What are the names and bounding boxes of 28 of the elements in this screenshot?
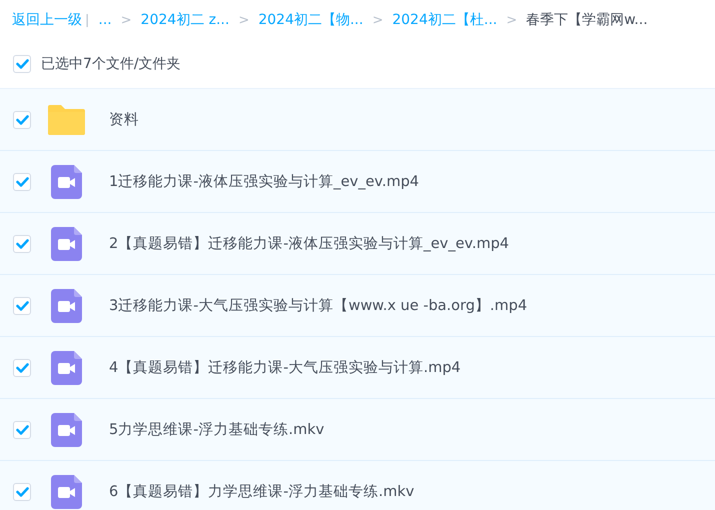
file-name[interactable]: 1迁移能力课-液体压强实验与计算_ev_ev.mp4: [109, 172, 419, 191]
video-file-icon: [50, 350, 82, 384]
divider: |: [85, 12, 90, 28]
breadcrumb-separator: >: [120, 12, 132, 28]
selection-count: 已选中7个文件/文件夹: [41, 55, 181, 73]
current-folder[interactable]: 春季下【学霸网w...: [526, 11, 648, 29]
file-name[interactable]: 4【真题易错】迁移能力课-大气压强实验与计算.mp4: [109, 358, 461, 377]
checkbox[interactable]: [13, 358, 31, 376]
file-name[interactable]: 3迁移能力课-大气压强实验与计算【www.x ue -ba.org】.mp4: [109, 296, 528, 315]
file-name[interactable]: 2【真题易错】迁移能力课-液体压强实验与计算_ev_ev.mp4: [109, 234, 509, 253]
video-file-icon: [50, 226, 82, 260]
breadcrumb-separator: >: [372, 12, 384, 28]
folder-icon: [48, 104, 84, 134]
file-name[interactable]: 6【真题易错】力学思维课-浮力基础专练.mkv: [109, 482, 414, 501]
checkbox[interactable]: [13, 234, 31, 252]
checkbox[interactable]: [13, 172, 31, 190]
checkbox[interactable]: [13, 55, 31, 73]
video-file-icon: [50, 164, 82, 198]
breadcrumb-separator: >: [506, 12, 518, 28]
checkbox[interactable]: [13, 482, 31, 500]
file-name[interactable]: 5力学思维课-浮力基础专练.mkv: [109, 420, 324, 439]
video-file-icon: [50, 412, 82, 446]
breadcrumb-separator: >: [238, 12, 250, 28]
checkbox[interactable]: [13, 420, 31, 438]
checkbox[interactable]: [13, 296, 31, 314]
video-file-icon: [50, 288, 82, 322]
checkbox[interactable]: [13, 110, 31, 128]
file-name[interactable]: 资料: [109, 110, 139, 129]
